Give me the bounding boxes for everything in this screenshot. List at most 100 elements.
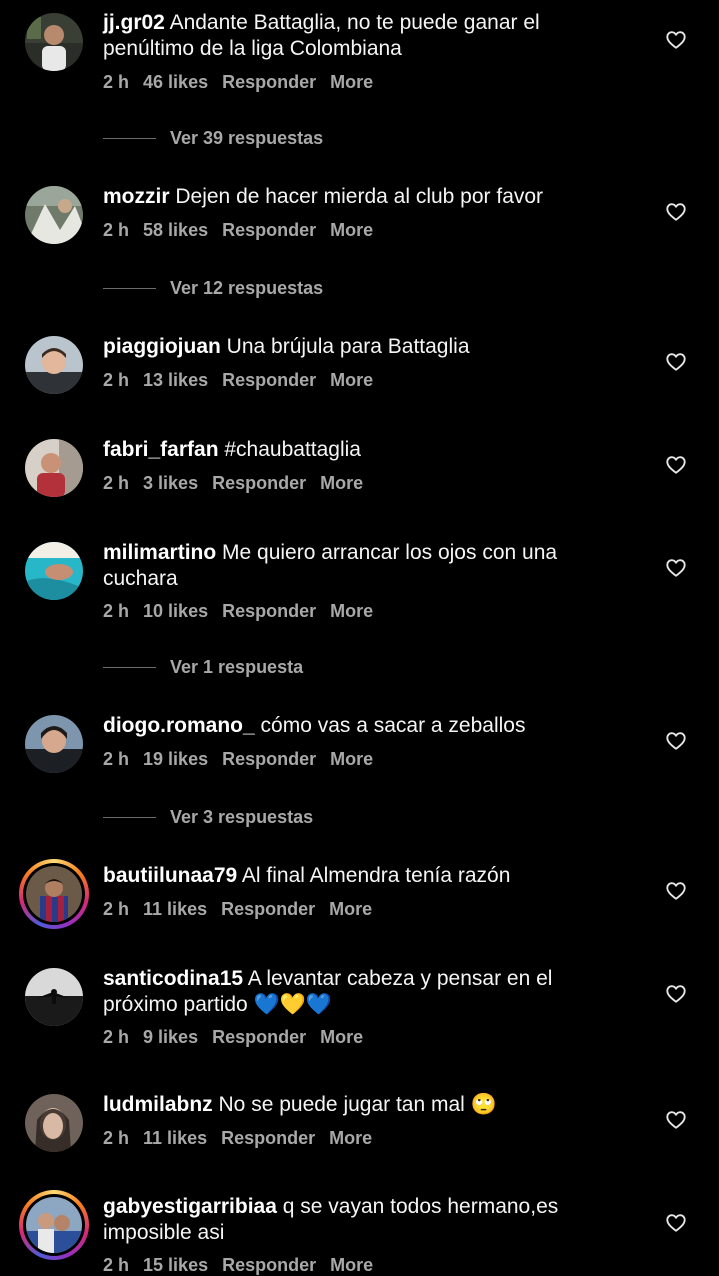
view-replies-label[interactable]: Ver 1 respuesta	[170, 657, 303, 678]
replies-divider	[103, 817, 156, 818]
reply-button[interactable]: Responder	[222, 1255, 316, 1275]
like-heart-icon[interactable]	[665, 730, 687, 752]
comment-username[interactable]: jj.gr02	[103, 11, 165, 34]
comment-text-block: jj.gr02 Andante Battaglia, no te puede g…	[103, 10, 573, 62]
comment-body: Andante Battaglia, no te puede ganar el …	[103, 11, 540, 60]
comment-username[interactable]: santicodina15	[103, 967, 243, 990]
like-heart-icon[interactable]	[665, 557, 687, 579]
comment-meta: 2 h 13 likes Responder More	[103, 370, 382, 391]
comment-text-block: bautiilunaa79 Al final Almendra tenía ra…	[103, 863, 573, 889]
comment-meta: 2 h 11 likes Responder More	[103, 1128, 381, 1149]
comment-time: 2 h	[103, 899, 130, 919]
like-heart-icon[interactable]	[665, 454, 687, 476]
reply-button[interactable]: Responder	[222, 749, 316, 769]
more-button[interactable]: More	[330, 749, 373, 769]
more-button[interactable]: More	[329, 899, 372, 919]
more-button[interactable]: More	[330, 72, 373, 92]
comment-time: 2 h	[103, 473, 130, 493]
more-button[interactable]: More	[320, 473, 363, 493]
comment-time: 2 h	[103, 1027, 130, 1047]
like-heart-icon[interactable]	[665, 983, 687, 1005]
comment-time: 2 h	[103, 220, 130, 240]
more-button[interactable]: More	[320, 1027, 363, 1047]
comment-time: 2 h	[103, 1128, 130, 1148]
comment-likes[interactable]: 15 likes	[143, 1255, 208, 1275]
like-heart-icon[interactable]	[665, 29, 687, 51]
avatar-story-ring[interactable]	[19, 859, 89, 929]
like-heart-icon[interactable]	[665, 1212, 687, 1234]
comment-likes[interactable]: 10 likes	[143, 601, 208, 621]
comment-username[interactable]: ludmilabnz	[103, 1093, 213, 1116]
comment-likes[interactable]: 46 likes	[143, 72, 208, 92]
comment-time: 2 h	[103, 72, 130, 92]
replies-divider	[103, 667, 156, 668]
reply-button[interactable]: Responder	[212, 1027, 306, 1047]
comment-body: Al final Almendra tenía razón	[241, 864, 511, 887]
comment-meta: 2 h 10 likes Responder More	[103, 601, 382, 622]
avatar[interactable]	[25, 336, 83, 394]
comment-time: 2 h	[103, 370, 130, 390]
avatar[interactable]	[25, 968, 83, 1026]
comment-meta: 2 h 11 likes Responder More	[103, 899, 381, 920]
comment-likes[interactable]: 19 likes	[143, 749, 208, 769]
comment-text-block: fabri_farfan #chaubattaglia	[103, 437, 573, 463]
comment-username[interactable]: milimartino	[103, 541, 216, 564]
comment-likes[interactable]: 9 likes	[143, 1027, 198, 1047]
like-heart-icon[interactable]	[665, 880, 687, 902]
more-button[interactable]: More	[330, 601, 373, 621]
avatar-story-ring[interactable]	[19, 1190, 89, 1260]
reply-button[interactable]: Responder	[222, 220, 316, 240]
like-heart-icon[interactable]	[665, 201, 687, 223]
comment-text-block: santicodina15 A levantar cabeza y pensar…	[103, 966, 573, 1018]
like-heart-icon[interactable]	[665, 1109, 687, 1131]
story-ring-gap	[23, 1194, 85, 1256]
replies-divider	[103, 288, 156, 289]
replies-divider	[103, 138, 156, 139]
comment-username[interactable]: fabri_farfan	[103, 438, 219, 461]
reply-button[interactable]: Responder	[222, 72, 316, 92]
avatar[interactable]	[25, 715, 83, 773]
comment-text-block: mozzir Dejen de hacer mierda al club por…	[103, 184, 573, 210]
comment-likes[interactable]: 11 likes	[143, 899, 207, 919]
comment-body: cómo vas a sacar a zeballos	[260, 714, 526, 737]
comment-likes[interactable]: 58 likes	[143, 220, 208, 240]
more-button[interactable]: More	[329, 1128, 372, 1148]
comment-text-block: diogo.romano_ cómo vas a sacar a zeballo…	[103, 713, 573, 739]
avatar[interactable]	[25, 1094, 83, 1152]
avatar[interactable]	[25, 186, 83, 244]
comment-text-block: gabyestigarribiaa q se vayan todos herma…	[103, 1194, 573, 1246]
like-heart-icon[interactable]	[665, 351, 687, 373]
comment-body: Dejen de hacer mierda al club por favor	[175, 185, 544, 208]
comment-body: Una brújula para Battaglia	[226, 335, 470, 358]
comment-username[interactable]: bautiilunaa79	[103, 864, 237, 887]
avatar[interactable]	[25, 13, 83, 71]
comment-username[interactable]: gabyestigarribiaa	[103, 1195, 277, 1218]
comment-text-block: milimartino Me quiero arrancar los ojos …	[103, 540, 573, 592]
comment-username[interactable]: mozzir	[103, 185, 170, 208]
comment-likes[interactable]: 13 likes	[143, 370, 208, 390]
comment-likes[interactable]: 11 likes	[143, 1128, 207, 1148]
comment-text-block: piaggiojuan Una brújula para Battaglia	[103, 334, 573, 360]
comment-likes[interactable]: 3 likes	[143, 473, 198, 493]
reply-button[interactable]: Responder	[222, 370, 316, 390]
more-button[interactable]: More	[330, 1255, 373, 1275]
comment-body: #chaubattaglia	[224, 438, 361, 461]
reply-button[interactable]: Responder	[222, 601, 316, 621]
comment-time: 2 h	[103, 1255, 130, 1275]
reply-button[interactable]: Responder	[212, 473, 306, 493]
view-replies-label[interactable]: Ver 39 respuestas	[170, 128, 323, 149]
comment-meta: 2 h 9 likes Responder More	[103, 1027, 372, 1048]
avatar[interactable]	[25, 542, 83, 600]
more-button[interactable]: More	[330, 220, 373, 240]
comment-username[interactable]: piaggiojuan	[103, 335, 221, 358]
view-replies-label[interactable]: Ver 12 respuestas	[170, 278, 323, 299]
comment-meta: 2 h 46 likes Responder More	[103, 72, 382, 93]
reply-button[interactable]: Responder	[221, 899, 315, 919]
more-button[interactable]: More	[330, 370, 373, 390]
view-replies-label[interactable]: Ver 3 respuestas	[170, 807, 313, 828]
reply-button[interactable]: Responder	[221, 1128, 315, 1148]
avatar[interactable]	[25, 439, 83, 497]
comment-meta: 2 h 3 likes Responder More	[103, 473, 372, 494]
comment-username[interactable]: diogo.romano_	[103, 714, 255, 737]
comment-meta: 2 h 19 likes Responder More	[103, 749, 382, 770]
